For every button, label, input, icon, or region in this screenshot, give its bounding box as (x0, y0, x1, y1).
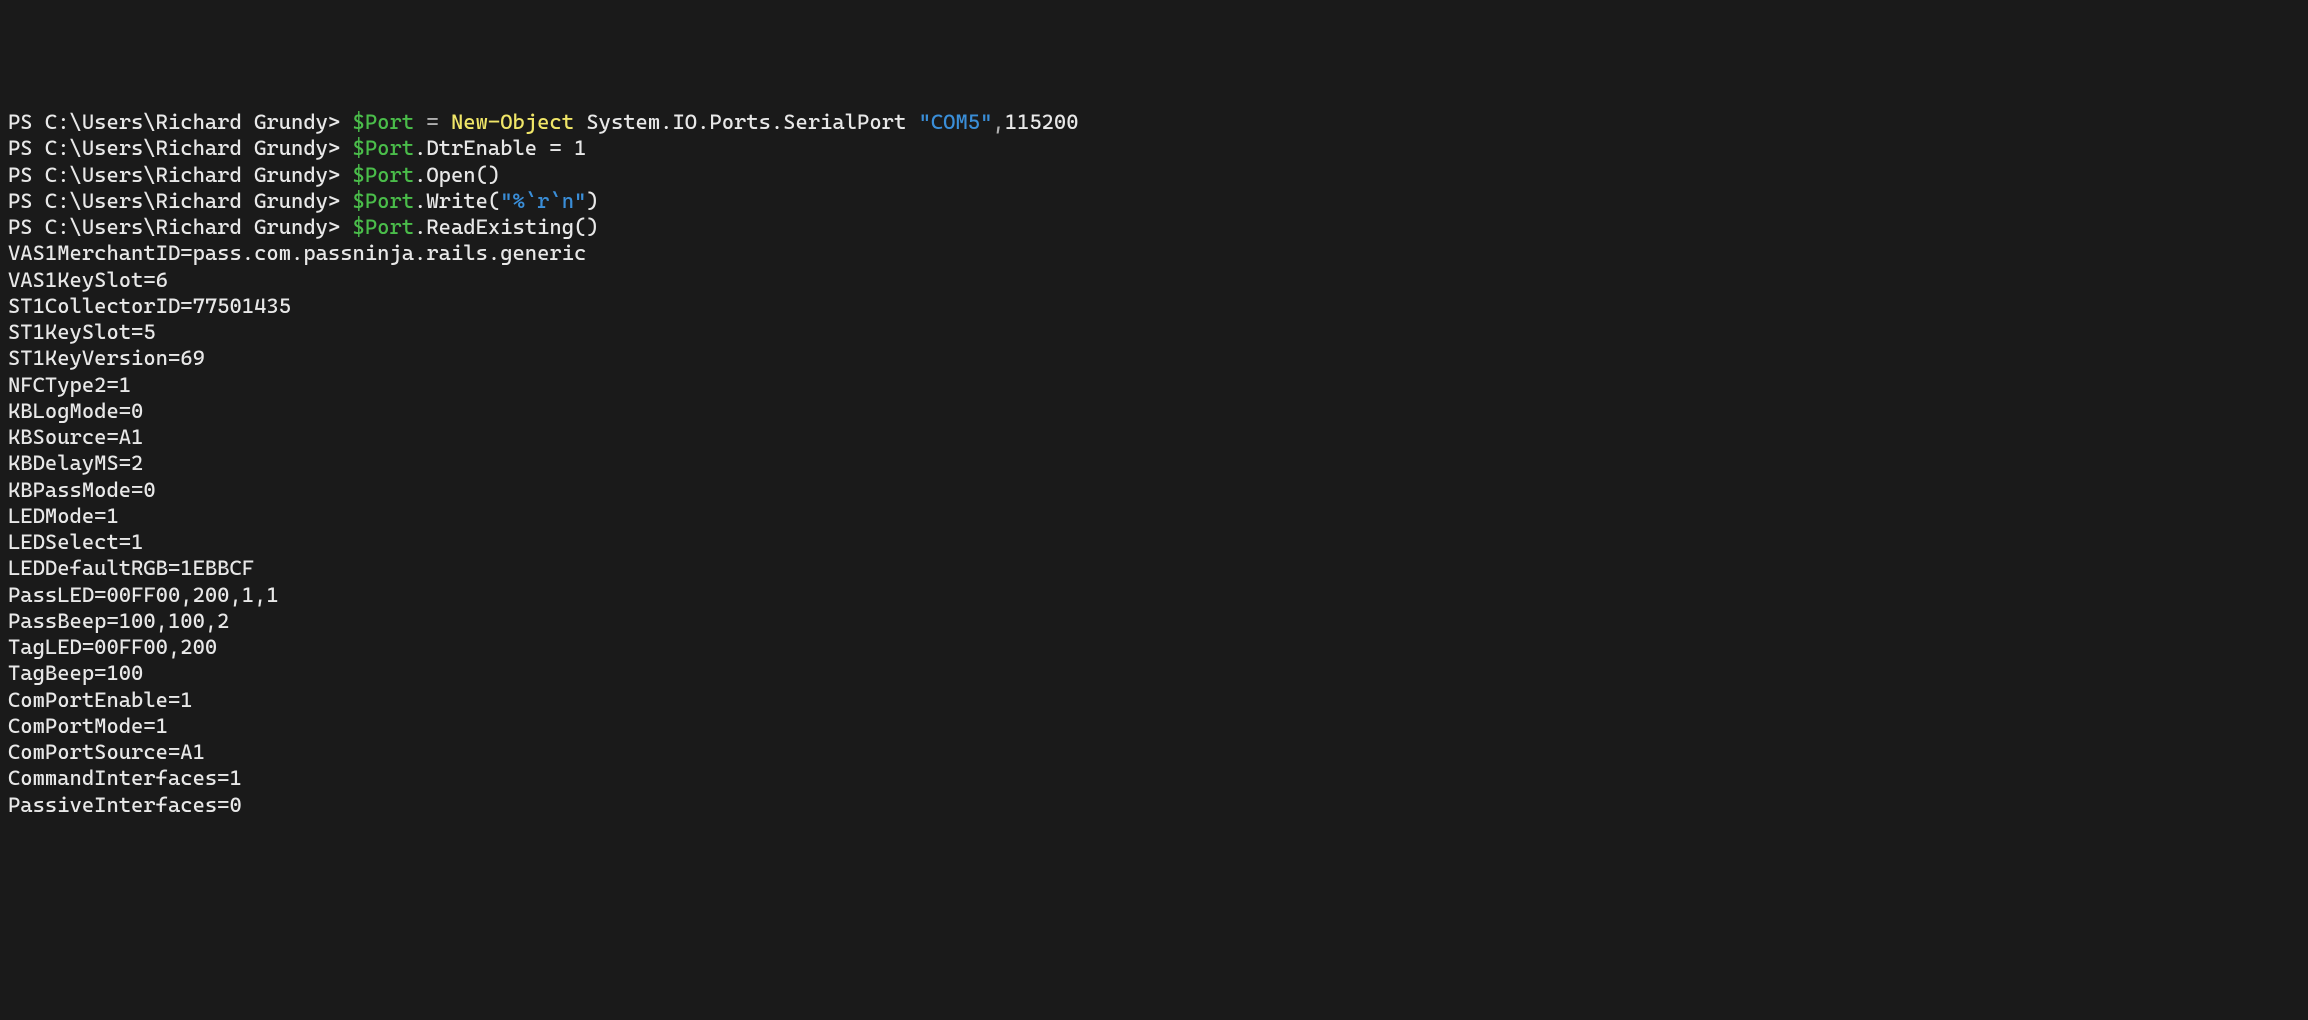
command-line: PS C:\Users\Richard Grundy> $Port.Open() (8, 162, 2300, 188)
token-variable: $Port (353, 163, 415, 187)
token-type: System.IO.Ports.SerialPort (574, 110, 919, 134)
command-line: PS C:\Users\Richard Grundy> $Port = New-… (8, 109, 2300, 135)
command-line: PS C:\Users\Richard Grundy> $Port.DtrEna… (8, 135, 2300, 161)
output-line: PassBeep=100,100,2 (8, 608, 2300, 634)
token-string: "%`r`n" (500, 189, 586, 213)
output-line: ST1CollectorID=77501435 (8, 293, 2300, 319)
token-number: 115200 (1005, 110, 1079, 134)
prompt: PS C:\Users\Richard Grundy> (8, 163, 353, 187)
command-line: PS C:\Users\Richard Grundy> $Port.Write(… (8, 188, 2300, 214)
token-paren: ) (586, 189, 598, 213)
token-method: .Write( (414, 189, 500, 213)
token-variable: $Port (353, 136, 415, 160)
output-line: KBPassMode=0 (8, 477, 2300, 503)
prompt: PS C:\Users\Richard Grundy> (8, 110, 353, 134)
token-cmdlet: New-Object (451, 110, 574, 134)
output-line: ST1KeySlot=5 (8, 319, 2300, 345)
token-operator: = (414, 110, 451, 134)
token-method: .DtrEnable = (414, 136, 574, 160)
token-variable: $Port (353, 215, 415, 239)
token-method: .ReadExisting() (414, 215, 599, 239)
output-line: ComPortMode=1 (8, 713, 2300, 739)
token-string: "COM5" (919, 110, 993, 134)
token-variable: $Port (353, 189, 415, 213)
output-line: KBLogMode=0 (8, 398, 2300, 424)
output-line: PassLED=00FF00,200,1,1 (8, 582, 2300, 608)
output-line: TagBeep=100 (8, 660, 2300, 686)
output-line: CommandInterfaces=1 (8, 765, 2300, 791)
prompt: PS C:\Users\Richard Grundy> (8, 136, 353, 160)
output-line: LEDSelect=1 (8, 529, 2300, 555)
output-line: NFCType2=1 (8, 372, 2300, 398)
prompt: PS C:\Users\Richard Grundy> (8, 215, 353, 239)
output-line: PassiveInterfaces=0 (8, 792, 2300, 818)
prompt: PS C:\Users\Richard Grundy> (8, 189, 353, 213)
output-line: VAS1KeySlot=6 (8, 267, 2300, 293)
output-line: ComPortEnable=1 (8, 687, 2300, 713)
token-operator: , (992, 110, 1004, 134)
token-number: 1 (574, 136, 586, 160)
output-line: TagLED=00FF00,200 (8, 634, 2300, 660)
token-variable: $Port (353, 110, 415, 134)
token-method: .Open() (414, 163, 500, 187)
output-line: KBDelayMS=2 (8, 450, 2300, 476)
output-line: LEDDefaultRGB=1EBBCF (8, 555, 2300, 581)
output-line: LEDMode=1 (8, 503, 2300, 529)
output-line: ST1KeyVersion=69 (8, 345, 2300, 371)
terminal-output-area[interactable]: PS C:\Users\Richard Grundy> $Port = New-… (8, 109, 2300, 818)
output-line: ComPortSource=A1 (8, 739, 2300, 765)
output-line: KBSource=A1 (8, 424, 2300, 450)
output-line: VAS1MerchantID=pass.com.passninja.rails.… (8, 240, 2300, 266)
command-line: PS C:\Users\Richard Grundy> $Port.ReadEx… (8, 214, 2300, 240)
